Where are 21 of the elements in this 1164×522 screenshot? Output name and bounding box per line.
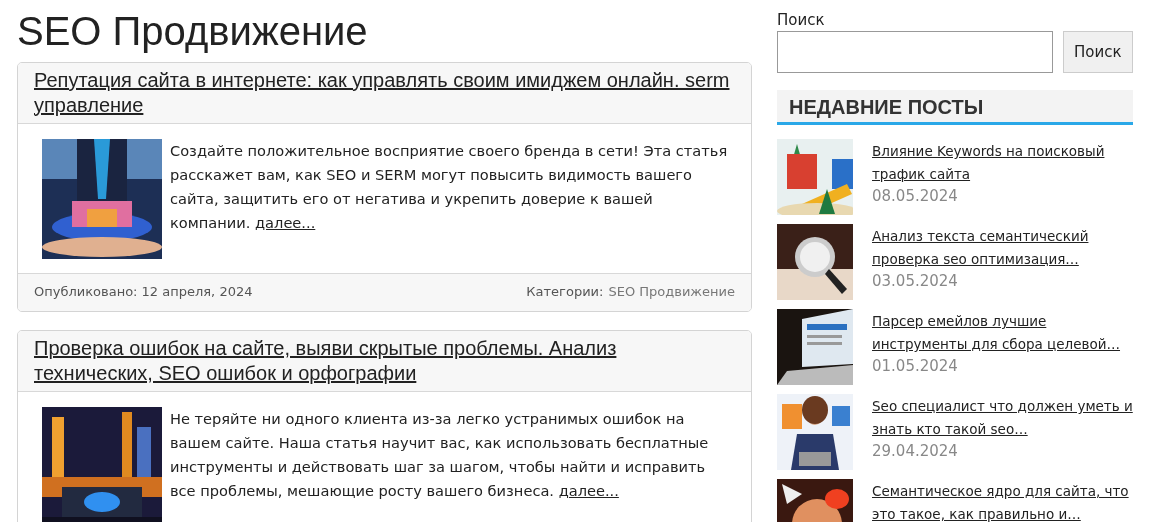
post-excerpt: Создайте положительное восприятие своего бренда в сети! Эта статья расскажет вам, как SEO и SERM могут повысить видимость вашего сайта, защитить его от негатива и укрепить доверие к вашей компании. далее...: [170, 141, 729, 233]
recent-post-link[interactable]: Анализ текста семантический проверка seo оптимизация…: [872, 225, 1133, 271]
recent-post-link[interactable]: Семантическое ядро для сайта, что это такое, как правильно и…: [872, 480, 1133, 522]
recent-post-link[interactable]: Seo специалист что должен уметь и знать кто такой seo…: [872, 395, 1133, 441]
post-date: 29.04.2024: [872, 441, 959, 461]
published-date: Опубликовано: 12 апреля, 2024: [34, 284, 253, 299]
recent-post-link[interactable]: Влияние Keywords на поисковый трафик сайта: [872, 140, 1133, 186]
search-button[interactable]: Поиск: [1063, 31, 1133, 73]
page-title: SEO Продвижение: [17, 8, 369, 54]
recent-post-link[interactable]: Парсер емейлов лучшие инструменты для сбора целевой…: [872, 310, 1133, 356]
read-more-link[interactable]: далее...: [558, 482, 619, 499]
post-date: 08.05.2024: [872, 186, 959, 206]
search-field[interactable]: [777, 31, 1053, 73]
search-label: Поиск: [777, 11, 826, 29]
read-more-link[interactable]: далее...: [255, 214, 316, 231]
post-date: 03.05.2024: [872, 271, 959, 291]
recent-posts-heading: НЕДАВНИЕ ПОСТЫ: [777, 90, 1133, 125]
post-date: 01.05.2024: [872, 356, 959, 376]
post-excerpt: Не теряйте ни одного клиента из-за легко устранимых ошибок на вашем сайте. Наша статья научит вас, как использовать бесплатные инструменты и действовать шаг за шагом, чтобы найти и исправить все проблемы, мешающие росту вашего бизнеса. далее...: [170, 409, 710, 501]
categories-label: Категории:: [526, 284, 604, 299]
category-link[interactable]: SEO Продвижение: [608, 284, 735, 299]
